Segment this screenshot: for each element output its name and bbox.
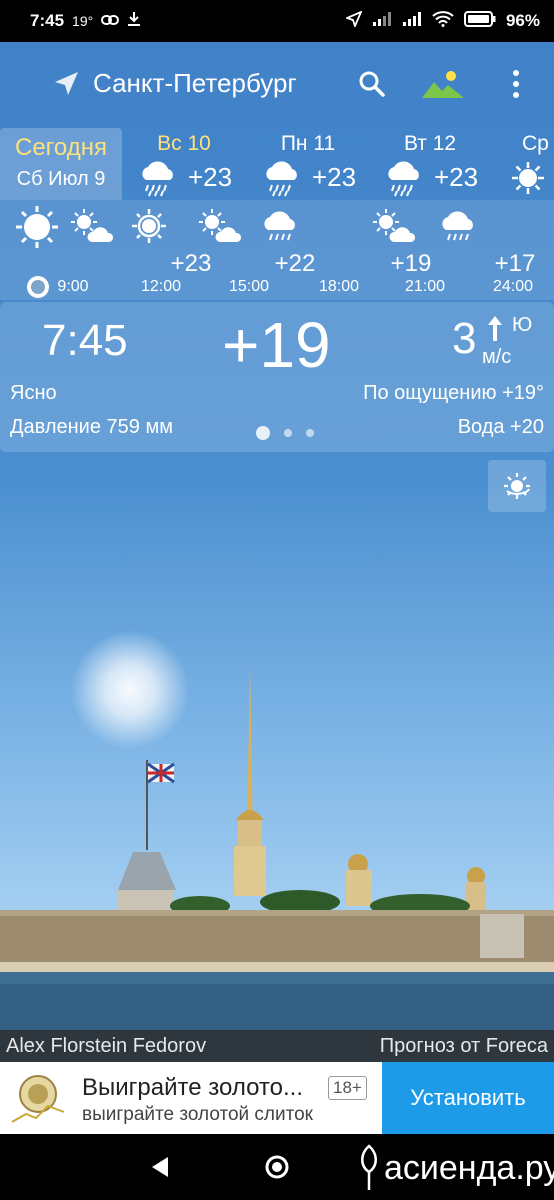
battery-percent: 96% (505, 11, 540, 30)
current-conditions-card[interactable]: 7:45 +19 3 Ю м/с Ясно По ощущению +19° Д… (0, 302, 554, 452)
sun-icon (132, 209, 166, 243)
signal-2-icon (402, 11, 422, 32)
signal-icon (372, 11, 392, 32)
rain-cloud-icon (142, 161, 173, 197)
day-temp: +23 (312, 162, 357, 192)
rain-cloud-icon (266, 161, 297, 197)
hour-time: 15:00 (228, 278, 270, 295)
tab-today[interactable]: Сегодня Сб Июл 9 (0, 128, 122, 200)
hour-time: 9:00 (57, 278, 89, 295)
feels-like: По ощущению +19° (363, 382, 544, 404)
status-time: 7:45 (30, 11, 65, 30)
landscape-icon[interactable] (422, 70, 466, 100)
hour-temp: +19 (390, 250, 432, 277)
scene-toggle-button[interactable] (488, 460, 546, 512)
hour-time: 18:00 (318, 278, 360, 295)
age-rating-badge: 18+ (328, 1076, 367, 1100)
hour-temp: +17 (494, 250, 536, 277)
condition-text: Ясно (10, 382, 57, 404)
current-time: 7:45 (42, 316, 128, 365)
sun-icon (512, 162, 544, 194)
rain-cloud-icon (442, 211, 473, 241)
download-icon (127, 11, 141, 32)
day-temp: +23 (188, 162, 233, 192)
ad-banner[interactable]: Выиграйте золото... 18+ выиграйте золото… (0, 1062, 554, 1134)
hour-time: 24:00 (492, 278, 534, 295)
search-icon[interactable] (358, 70, 386, 98)
hour-time: 21:00 (404, 278, 446, 295)
wind-speed: 3 (452, 314, 477, 363)
partly-cloudy-icon (71, 209, 114, 242)
water-temperature: Вода +20 (457, 416, 544, 438)
wind-direction-arrow-icon (488, 316, 502, 341)
status-bar: 7:45 19° 96% (0, 0, 554, 42)
day-name: Ср (522, 132, 549, 155)
photo-author[interactable]: Alex Florstein Fedorov (6, 1035, 206, 1058)
ad-title: Выиграйте золото... (82, 1074, 303, 1101)
rain-cloud-icon (264, 211, 295, 241)
app-toolbar: Санкт-Петербург (0, 52, 554, 118)
wifi-icon (432, 10, 454, 32)
today-label: Сегодня (15, 134, 107, 161)
forecast-source[interactable]: Прогноз от Foreca (380, 1035, 548, 1058)
rain-cloud-icon (388, 161, 419, 197)
location-status-icon (344, 9, 363, 32)
partly-cloudy-icon (199, 209, 242, 242)
partly-cloudy-icon (373, 209, 416, 242)
day-name: Пн 11 (280, 132, 336, 155)
watermark-logo-icon (361, 1144, 377, 1190)
link-icon (101, 11, 120, 31)
credits-bar: Alex Florstein Fedorov Прогноз от Foreca (0, 1030, 554, 1062)
wind-direction: Ю (512, 314, 533, 336)
daily-forecast-row: Сегодня Сб Июл 9 Вс 10 +23 Пн 11 +23 Вт … (0, 128, 554, 200)
ad-subtitle: выиграйте золотой слиток (82, 1104, 313, 1125)
current-temperature: +19 (222, 309, 331, 381)
home-icon[interactable] (264, 1154, 290, 1180)
location-arrow-icon[interactable] (52, 70, 80, 98)
ad-logo-icon (8, 1068, 68, 1128)
status-temp: 19° (72, 13, 94, 29)
hour-temp: +23 (170, 250, 212, 277)
pressure: Давление 759 мм (10, 416, 173, 438)
more-menu-icon[interactable] (506, 68, 526, 100)
battery-icon (463, 10, 496, 32)
city-name[interactable]: Санкт-Петербург (93, 68, 297, 99)
watermark-text: асиенда.ру (384, 1148, 554, 1187)
today-date: Сб Июл 9 (16, 168, 106, 190)
hour-temp: +22 (274, 250, 316, 277)
day-name: Вс 10 (157, 132, 211, 155)
weather-screen: 7:45 19° 96% Санкт-Петербург Сегодня Сб … (0, 0, 554, 1200)
wind-unit: м/с (482, 346, 512, 368)
hour-time: 12:00 (140, 278, 182, 295)
install-button[interactable]: Установить (382, 1062, 554, 1134)
peter-and-paul-fortress-image (0, 662, 554, 1030)
page-indicator (256, 426, 314, 440)
system-nav-bar: асиенда.ру (0, 1134, 554, 1200)
hourly-forecast[interactable]: 9:00 +23 12:00 +22 15:00 18:00 +19 21:00… (0, 200, 554, 300)
watermark: асиенда.ру (356, 1144, 554, 1192)
day-temp: +23 (434, 162, 479, 192)
sun-icon (16, 206, 58, 248)
sun-swirl-icon (504, 473, 530, 499)
back-icon[interactable] (150, 1156, 170, 1178)
day-name: Вт 12 (403, 132, 457, 155)
